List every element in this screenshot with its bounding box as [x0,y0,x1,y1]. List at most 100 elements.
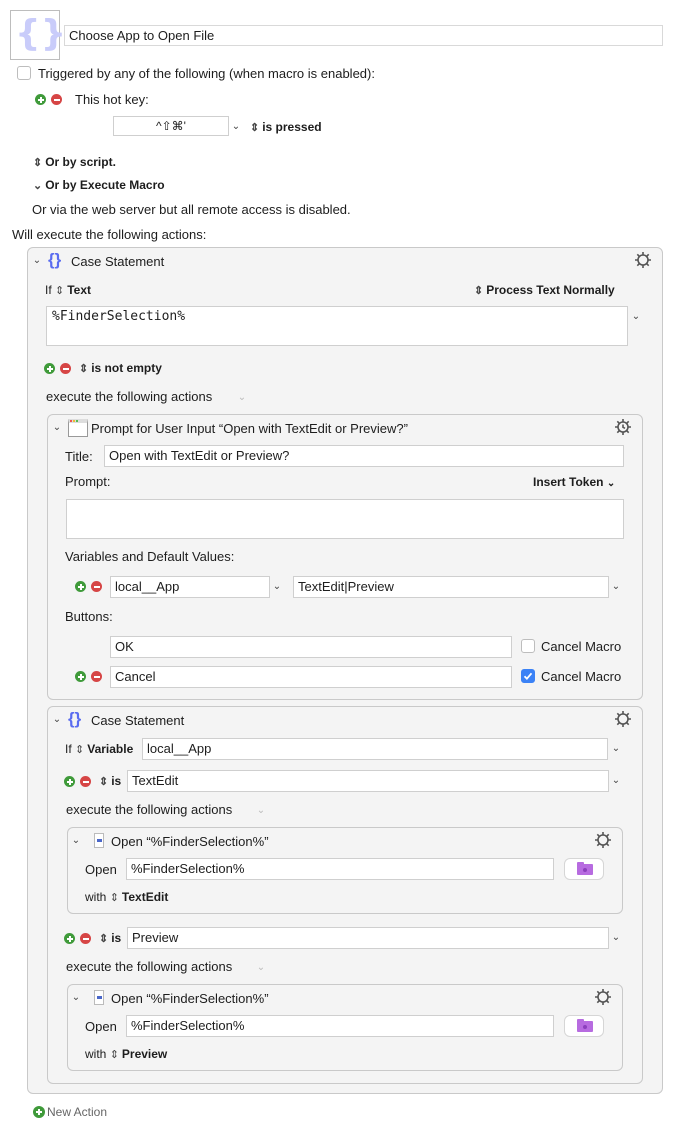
gear-icon[interactable] [614,710,632,728]
folder-icon [577,1019,593,1032]
web-server-note: Or via the web server but all remote acc… [32,202,351,217]
prompt-title-field[interactable]: Open with TextEdit or Preview? [104,445,624,467]
action-title: Open “%FinderSelection%” [111,834,269,849]
collapse-chevron-icon[interactable]: ⌄ [52,715,62,725]
execute-label: execute the following actions [46,389,213,404]
updown-icon: ⇕ [99,933,109,945]
triggered-label: Triggered by any of the following (when … [38,66,375,81]
cancel-macro-label: Cancel Macro [541,669,622,684]
button-name-field[interactable]: OK [110,636,512,658]
folder-icon [577,862,593,875]
add-button-button[interactable] [75,671,86,682]
buttons-label: Buttons: [65,609,113,624]
case-statement-braces-icon: {} [15,13,67,54]
cancel-macro-label: Cancel Macro [541,639,622,654]
choose-file-button[interactable] [564,858,604,880]
condition-label: is not empty [91,361,162,375]
if-variable-popup[interactable]: If ⇕ Variable [65,741,133,758]
cancel-macro-checkbox[interactable] [521,669,535,683]
with-label: with [85,1047,107,1061]
remove-case-button[interactable] [80,776,91,787]
execute-label: execute the following actions [66,802,233,817]
variable-field[interactable]: local__App [142,738,608,760]
case-value-chevron-icon[interactable]: ⌄ [611,776,621,786]
add-case-button[interactable] [64,933,75,944]
case-op-popup[interactable]: ⇕ is [99,930,121,947]
gear-icon[interactable] [594,831,612,849]
execute-chevron-icon[interactable]: ⌄ [256,806,266,816]
remove-case-button[interactable] [60,363,71,374]
hotkey-field[interactable]: ^⇧⌘' [113,116,229,136]
macro-icon[interactable]: {} [10,10,66,60]
with-app-popup[interactable]: with ⇕ Preview [85,1046,167,1063]
execute-chevron-icon[interactable]: ⌄ [237,393,247,403]
case-text-field[interactable]: %FinderSelection% [46,306,628,346]
triggered-checkbox[interactable] [17,66,31,80]
variable-chevron-icon[interactable]: ⌄ [611,744,621,754]
process-text-popup[interactable]: ⇕ Process Text Normally [474,282,615,299]
updown-icon: ⇕ [99,776,109,788]
or-by-execute-macro-popup[interactable]: ⌄ Or by Execute Macro [33,177,165,194]
updown-icon: ⇕ [75,744,85,756]
or-by-execute-macro-label: Or by Execute Macro [45,178,165,192]
cancel-macro-checkbox[interactable] [521,639,535,653]
new-action-label: New Action [47,1105,108,1119]
insert-token-button[interactable]: Insert Token ⌄ [533,474,615,492]
case-statement-braces-icon: {} [68,709,82,728]
collapse-chevron-icon[interactable]: ⌄ [32,256,42,266]
case-statement-braces-icon: {} [48,250,62,269]
choose-file-button[interactable] [564,1015,604,1037]
if-type-label: Text [67,283,92,297]
document-icon [94,990,104,1005]
case-op-popup[interactable]: ⇕ is [99,773,121,790]
case-value-field[interactable]: Preview [127,927,609,949]
prompt-text-field[interactable] [66,499,624,539]
actions-heading: Will execute the following actions: [12,227,207,242]
case-op-label: is [111,931,122,945]
remove-button-button[interactable] [91,671,102,682]
add-trigger-button[interactable] [35,94,46,105]
macro-name-field[interactable]: Choose App to Open File [64,25,663,46]
case-value-chevron-icon[interactable]: ⌄ [611,933,621,943]
add-variable-button[interactable] [75,581,86,592]
variable-default-field[interactable]: TextEdit|Preview [293,576,609,598]
open-label: Open [85,1019,117,1034]
app-label: Preview [121,1047,168,1061]
open-path-field[interactable]: %FinderSelection% [126,858,554,880]
action-title: Case Statement [91,713,185,728]
variable-name-field[interactable]: local__App [110,576,270,598]
updown-icon: ⇕ [33,157,43,169]
default-chevron-icon[interactable]: ⌄ [611,582,621,592]
process-text-label: Process Text Normally [486,283,615,297]
hotkey-label: This hot key: [75,92,149,107]
gear-icon[interactable] [634,251,652,269]
open-path-field[interactable]: %FinderSelection% [126,1015,554,1037]
gear-clock-icon[interactable] [614,418,632,436]
variable-chevron-icon[interactable]: ⌄ [272,582,282,592]
add-case-button[interactable] [64,776,75,787]
remove-case-button[interactable] [80,933,91,944]
with-app-popup[interactable]: with ⇕ TextEdit [85,889,168,906]
hotkey-dropdown-chevron-icon[interactable]: ⌄ [231,122,241,132]
if-text-popup[interactable]: If ⇕ Text [45,282,91,299]
hotkey-condition-label: is pressed [262,120,322,134]
condition-popup[interactable]: ⇕ is not empty [79,360,162,377]
collapse-chevron-icon[interactable]: ⌄ [71,836,81,846]
case-value-field[interactable]: TextEdit [127,770,609,792]
button-name-field[interactable]: Cancel [110,666,512,688]
or-by-script-popup[interactable]: ⇕ Or by script. [33,154,116,171]
text-token-chevron-icon[interactable]: ⌄ [631,312,641,322]
remove-trigger-button[interactable] [51,94,62,105]
gear-icon[interactable] [594,988,612,1006]
hotkey-condition-popup[interactable]: ⇕ is pressed [250,119,322,136]
collapse-chevron-icon[interactable]: ⌄ [71,993,81,1003]
insert-token-label: Insert Token [533,475,604,489]
add-icon [33,1106,45,1118]
collapse-chevron-icon[interactable]: ⌄ [52,423,62,433]
updown-icon: ⇕ [109,892,119,904]
if-label: If [65,742,72,756]
execute-chevron-icon[interactable]: ⌄ [256,963,266,973]
chevron-down-icon: ⌄ [33,180,43,192]
add-case-button[interactable] [44,363,55,374]
remove-variable-button[interactable] [91,581,102,592]
